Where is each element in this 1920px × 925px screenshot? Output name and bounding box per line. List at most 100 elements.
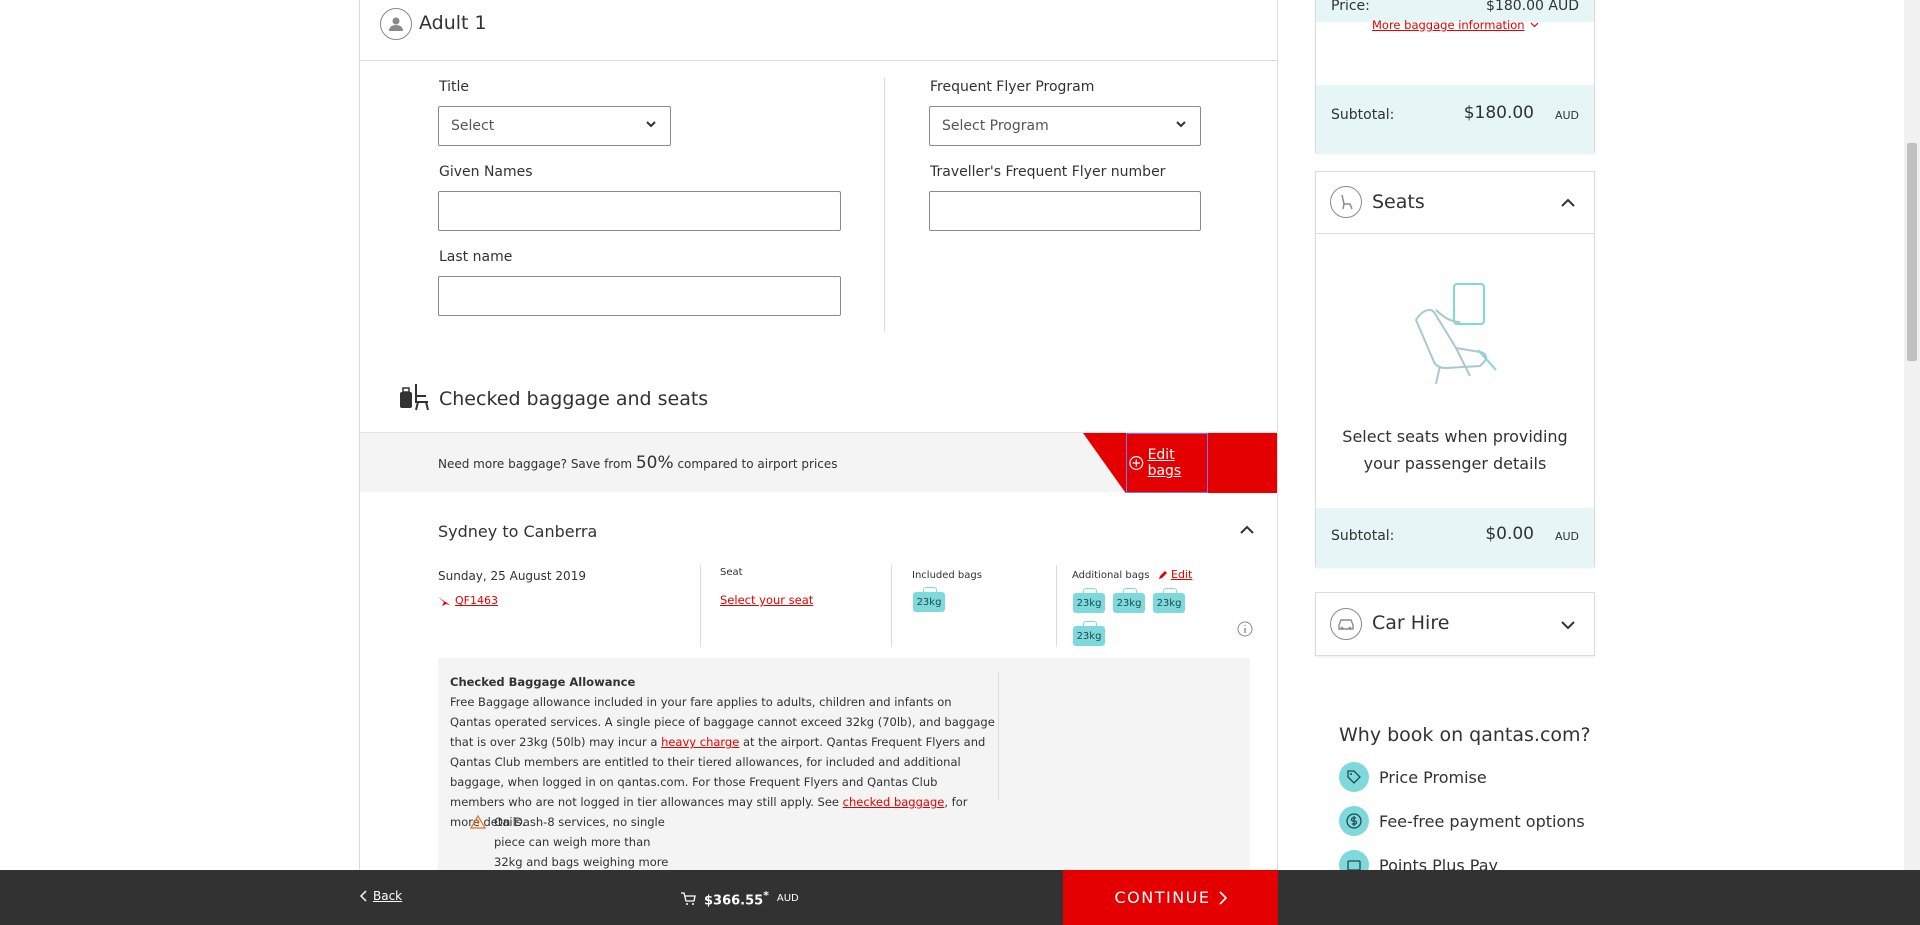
cart-total-mark: * <box>763 889 769 902</box>
chevron-right-icon <box>1218 890 1227 905</box>
back-label: Back <box>373 889 403 903</box>
additional-bags-label: Additional bags <box>1072 570 1150 581</box>
chevron-down-icon <box>1561 621 1575 630</box>
flight-number-link[interactable]: QF1463 <box>455 594 498 607</box>
flight-number[interactable]: QF1463 <box>438 594 498 607</box>
back-button[interactable]: Back <box>360 889 402 903</box>
seats-card-header[interactable]: Seats <box>1316 172 1594 234</box>
page-scrollbar[interactable] <box>1904 0 1920 870</box>
chevron-left-icon <box>360 890 367 902</box>
checked-baggage-link[interactable]: checked baggage <box>843 795 945 809</box>
price-label: Price: <box>1331 0 1370 14</box>
baggage-promo-bar: Need more baggage? Save from 50% compare… <box>360 432 1277 493</box>
why-item-label: Fee-free payment options <box>1379 811 1585 831</box>
baggage-subtotal-currency: AUD <box>1554 109 1579 122</box>
more-baggage-link-wrap[interactable]: More baggage information <box>1372 18 1539 32</box>
continue-button[interactable]: CONTINUE <box>1063 870 1278 925</box>
seat-illustration-icon <box>1414 283 1497 385</box>
seats-subtotal-value: $0.00 <box>1485 524 1534 544</box>
seats-subtotal-label: Subtotal: <box>1331 528 1395 544</box>
baggage-price-card: Price: $180.00 AUD More baggage informat… <box>1315 0 1595 153</box>
cart-icon <box>681 892 696 905</box>
cart-total-currency: AUD <box>776 893 799 905</box>
why-book-title: Why book on qantas.com? <box>1339 724 1591 746</box>
promo-text: Need more baggage? Save from 50% compare… <box>438 453 838 473</box>
given-names-input[interactable] <box>438 191 841 231</box>
cart-total-amount: $366.55 <box>704 893 764 909</box>
additional-bags-edit[interactable]: Edit <box>1158 568 1192 581</box>
baggage-subtotal-row: Subtotal: $180.00 AUD <box>1316 85 1594 153</box>
col-separator <box>891 565 892 647</box>
baggage-subtotal-label: Subtotal: <box>1331 107 1395 123</box>
additional-bag-tag: 23kg <box>1153 588 1185 613</box>
ff-number-input[interactable] <box>929 191 1201 231</box>
car-hire-title: Car Hire <box>1372 612 1450 634</box>
included-bag-tag: 23kg <box>913 587 945 612</box>
passenger-title: Adult 1 <box>419 12 487 34</box>
promo-suffix: compared to airport prices <box>673 457 838 471</box>
promo-prefix: Need more baggage? Save from <box>438 457 636 471</box>
edit-bags-button[interactable]: Edit bags <box>1126 433 1208 493</box>
allowance-text: Checked Baggage Allowance Free Baggage a… <box>450 672 995 832</box>
title-select-value: Select <box>451 118 495 134</box>
chevron-down-icon <box>1176 121 1186 128</box>
continue-label: CONTINUE <box>1114 888 1211 907</box>
allowance-title: Checked Baggage Allowance <box>450 675 636 689</box>
why-item-fee-free: Fee-free payment options <box>1339 806 1585 836</box>
edit-bags-label: Edit bags <box>1147 447 1182 479</box>
dollar-circle-icon <box>1339 806 1369 836</box>
select-seat-link[interactable]: Select your seat <box>720 593 813 607</box>
given-names-label: Given Names <box>439 164 533 180</box>
ff-number-label: Traveller's Frequent Flyer number <box>930 164 1166 180</box>
why-item-label: Price Promise <box>1379 767 1487 787</box>
ff-program-select-value: Select Program <box>942 118 1049 134</box>
info-icon[interactable] <box>1237 621 1253 637</box>
luggage-seat-icon <box>400 384 429 411</box>
pencil-icon <box>1159 570 1167 579</box>
chevron-up-icon[interactable] <box>1239 524 1255 536</box>
route-title: Sydney to Canberra <box>438 522 598 541</box>
title-select[interactable]: Select <box>438 106 671 146</box>
passenger-header: Adult 1 <box>360 0 1277 61</box>
col-separator <box>700 565 701 647</box>
seats-title: Seats <box>1372 191 1425 213</box>
additional-bag-tag: 23kg <box>1113 588 1145 613</box>
additional-bag-tag: 23kg <box>1073 621 1105 646</box>
title-label: Title <box>439 79 470 95</box>
ff-program-label: Frequent Flyer Program <box>930 79 1095 95</box>
tag-icon <box>1339 762 1369 792</box>
col-separator <box>1056 565 1057 647</box>
last-name-label: Last name <box>439 249 513 265</box>
seats-subtotal-currency: AUD <box>1554 530 1579 543</box>
last-name-input[interactable] <box>438 276 841 316</box>
warning-icon <box>470 815 486 829</box>
chevron-down-icon <box>646 121 656 128</box>
seats-subtotal-row: Subtotal: $0.00 AUD <box>1316 508 1594 568</box>
promo-percent: 50% <box>635 453 674 473</box>
baggage-subtotal-value: $180.00 <box>1463 103 1534 123</box>
chevron-up-icon <box>1561 198 1575 207</box>
heavy-charge-link[interactable]: heavy charge <box>661 735 739 749</box>
additional-bags-edit-link[interactable]: Edit <box>1171 568 1192 581</box>
car-icon <box>1330 608 1362 640</box>
cart-total[interactable]: $366.55* AUD <box>680 889 799 908</box>
seat-icon <box>1330 186 1362 218</box>
scrollbar-thumb[interactable] <box>1907 143 1917 361</box>
baggage-heading: Checked baggage and seats <box>439 388 709 410</box>
ff-program-select[interactable]: Select Program <box>929 106 1201 146</box>
cart-total-value: $366.55* <box>704 889 769 908</box>
chevron-down-icon <box>1530 22 1538 28</box>
car-hire-card[interactable]: Car Hire <box>1315 592 1595 656</box>
seats-card: Seats Select seats when providing your p… <box>1315 171 1595 568</box>
booking-footer: Back $366.55* AUD CONTINUE <box>0 870 1920 925</box>
form-divider <box>884 78 885 332</box>
included-bags-label: Included bags <box>912 570 982 581</box>
price-value: $180.00 AUD <box>1486 0 1579 14</box>
seats-message: Select seats when providing your passeng… <box>1342 427 1568 473</box>
allowance-separator <box>998 672 999 800</box>
why-item-price-promise: Price Promise <box>1339 762 1487 792</box>
passenger-form-panel: Adult 1 Title Select Given Names Last na… <box>359 0 1278 889</box>
qantas-kangaroo-icon <box>438 596 450 606</box>
person-icon <box>380 8 412 40</box>
more-baggage-link[interactable]: More baggage information <box>1372 18 1525 32</box>
